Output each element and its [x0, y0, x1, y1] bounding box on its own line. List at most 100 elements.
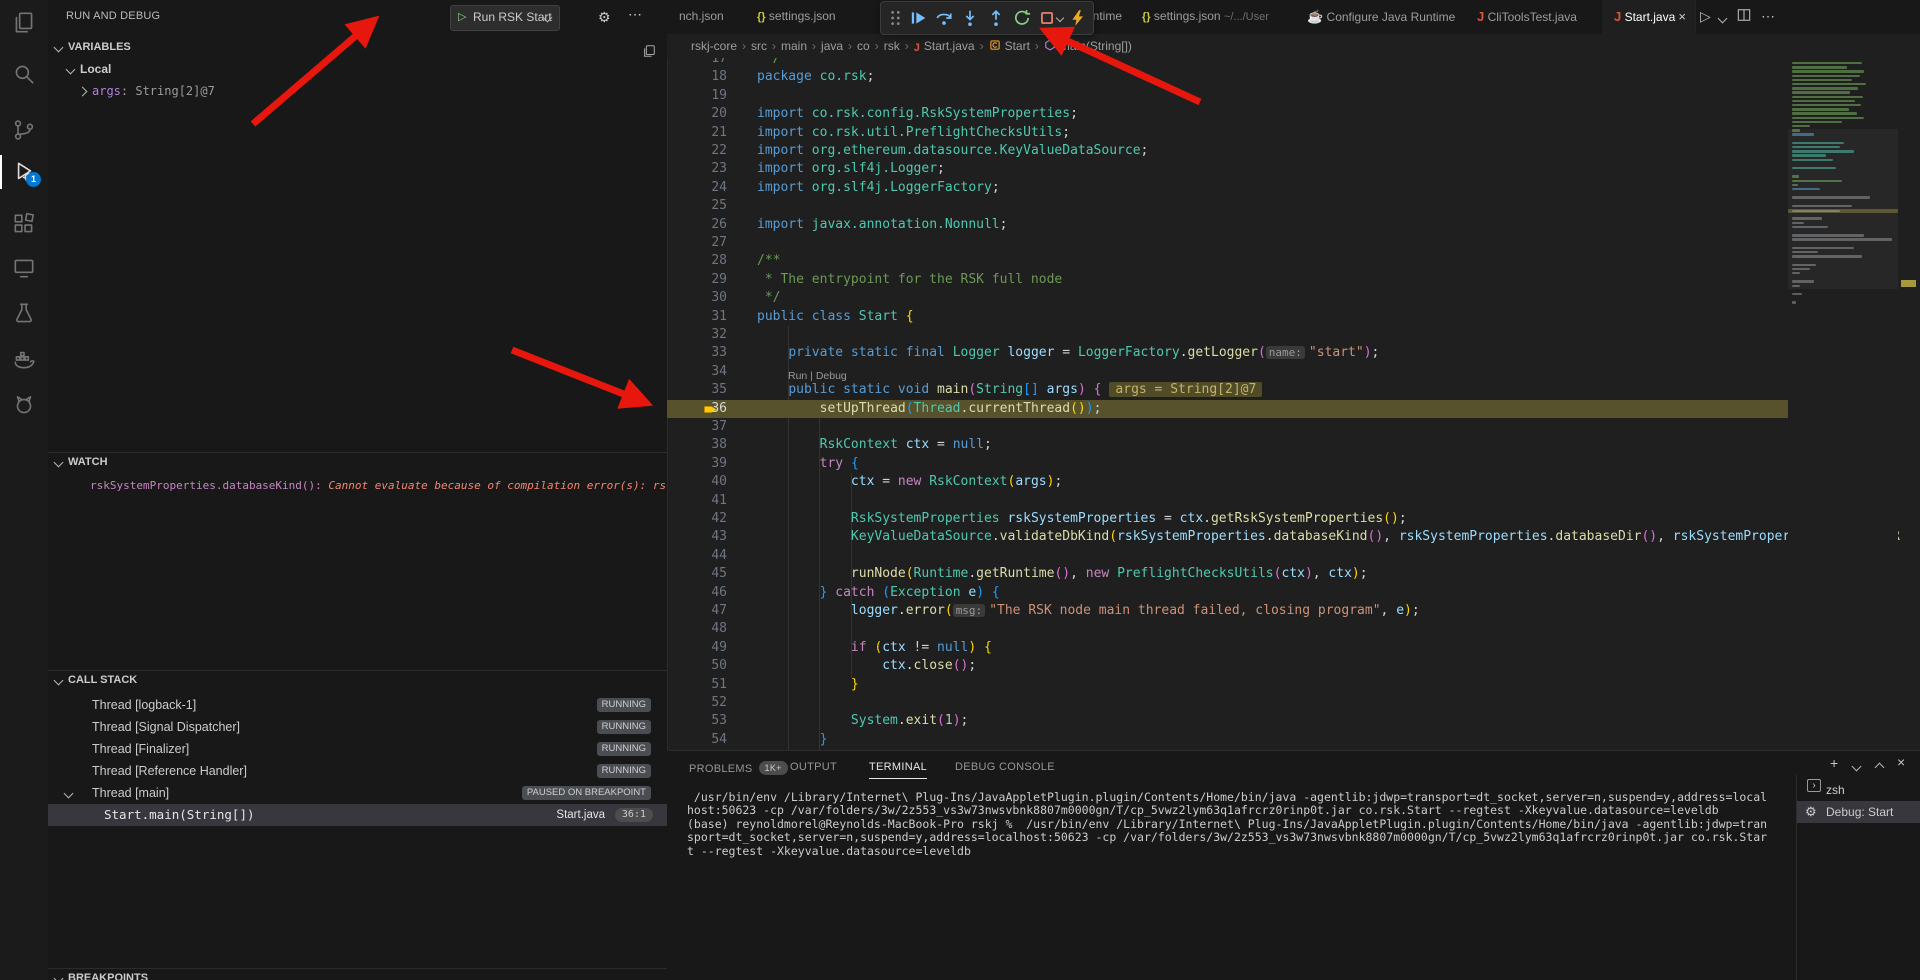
- source-control-icon[interactable]: [11, 117, 37, 143]
- split-editor-icon[interactable]: [1737, 8, 1751, 25]
- codelens-run-debug[interactable]: Run | Debug: [788, 370, 847, 382]
- extensions-icon[interactable]: [11, 211, 37, 237]
- stop-icon[interactable]: [1038, 9, 1056, 27]
- tab-Start.java[interactable]: J Start.java×: [1602, 0, 1696, 34]
- explorer-icon[interactable]: [11, 10, 37, 36]
- variables-chevron-icon[interactable]: [54, 43, 64, 53]
- variables-scope[interactable]: Local: [80, 62, 111, 76]
- breadcrumb-item[interactable]: JStart.java: [914, 39, 975, 53]
- tab-Configure Java Runtime[interactable]: ☕ Configure Java Runtime: [1295, 0, 1466, 34]
- tab-nch.json[interactable]: nch.json: [667, 0, 746, 34]
- code-line-32[interactable]: 32: [667, 326, 1788, 344]
- gear-icon[interactable]: ⚙: [598, 9, 611, 26]
- code-line-31[interactable]: 31public class Start {: [667, 308, 1788, 326]
- restart-icon[interactable]: [1013, 9, 1031, 27]
- thread-row[interactable]: Thread [logback-1]RUNNING: [48, 694, 667, 716]
- code-line-33[interactable]: 33 private static final Logger logger = …: [667, 344, 1788, 362]
- step-over-icon[interactable]: [935, 9, 953, 27]
- breadcrumb-item[interactable]: java: [821, 39, 843, 53]
- code-line-22[interactable]: 22import org.ethereum.datasource.KeyValu…: [667, 142, 1788, 160]
- variable-row[interactable]: args: String[2]@7: [92, 84, 215, 98]
- stack-frame-row[interactable]: Start.main(String[]) Start.java 36:1: [48, 804, 667, 826]
- continue-icon[interactable]: [909, 9, 927, 27]
- breadcrumb-item[interactable]: rsk: [884, 39, 900, 53]
- thread-row[interactable]: Thread [main]PAUSED ON BREAKPOINT: [48, 782, 667, 804]
- code-line-21[interactable]: 21import co.rsk.util.PreflightChecksUtil…: [667, 124, 1788, 142]
- close-panel-icon[interactable]: ×: [1897, 754, 1905, 770]
- section-action-icon[interactable]: [642, 44, 656, 63]
- maximize-panel-icon[interactable]: [1875, 763, 1885, 773]
- remote-explorer-icon[interactable]: [11, 255, 37, 281]
- code-line-26[interactable]: 26import javax.annotation.Nonnull;: [667, 216, 1788, 234]
- terminal-list-item[interactable]: ⚙Debug: Start: [1797, 801, 1920, 823]
- code-line-42[interactable]: 42 RskSystemProperties rskSystemProperti…: [667, 510, 1788, 528]
- search-icon[interactable]: [11, 61, 37, 87]
- code-line-46[interactable]: 46 } catch (Exception e) {: [667, 584, 1788, 602]
- step-out-icon[interactable]: [987, 9, 1005, 27]
- code-line-35[interactable]: 35 public static void main(String[] args…: [667, 381, 1788, 399]
- run-config-dropdown[interactable]: ▷ Run RSK Start: [450, 5, 560, 31]
- thread-row[interactable]: Thread [Finalizer]RUNNING: [48, 738, 667, 760]
- code-line-19[interactable]: 19: [667, 87, 1788, 105]
- watch-chevron-icon[interactable]: [54, 458, 64, 468]
- more-actions-icon[interactable]: ⋯: [628, 6, 642, 23]
- minimap-slider[interactable]: [1788, 129, 1898, 289]
- args-chevron-icon[interactable]: [78, 87, 88, 97]
- breadcrumb-item[interactable]: Start: [989, 39, 1030, 53]
- panel-tab-debug-console[interactable]: DEBUG CONSOLE: [955, 761, 1055, 773]
- breadcrumb-item[interactable]: rskj-core: [691, 39, 737, 53]
- breakpoints-header[interactable]: BREAKPOINTS: [68, 972, 148, 980]
- terminal-list-item[interactable]: ›zsh: [1797, 779, 1920, 801]
- docker-icon[interactable]: [11, 346, 37, 372]
- code-line-24[interactable]: 24import org.slf4j.LoggerFactory;: [667, 179, 1788, 197]
- breakpoints-chevron-icon[interactable]: [54, 974, 64, 980]
- editor-more-actions-icon[interactable]: ⋯: [1761, 8, 1775, 25]
- toolbar-drag-handle[interactable]: [887, 9, 905, 27]
- code-line-28[interactable]: 28/**: [667, 252, 1788, 270]
- thread-row[interactable]: Thread [Signal Dispatcher]RUNNING: [48, 716, 667, 738]
- breadcrumb-item[interactable]: main: [781, 39, 807, 53]
- local-chevron-icon[interactable]: [66, 65, 76, 75]
- code-line-18[interactable]: 18package co.rsk;: [667, 68, 1788, 86]
- breadcrumb-item[interactable]: src: [751, 39, 767, 53]
- stop-chevron-icon[interactable]: [1056, 14, 1064, 22]
- call-stack-chevron-icon[interactable]: [54, 676, 64, 686]
- code-line-52[interactable]: 52: [667, 694, 1788, 712]
- close-icon[interactable]: ×: [1678, 9, 1686, 24]
- code-line-40[interactable]: 40 ctx = new RskContext(args);: [667, 473, 1788, 491]
- mascot-extension-icon[interactable]: [11, 392, 37, 418]
- new-terminal-icon[interactable]: +: [1830, 755, 1838, 771]
- code-line-41[interactable]: 41: [667, 492, 1788, 510]
- run-dropdown-chevron-icon[interactable]: [1718, 14, 1728, 24]
- code-line-47[interactable]: 47 logger.error(msg:"The RSK node main t…: [667, 602, 1788, 620]
- code-line-49[interactable]: 49 if (ctx != null) {: [667, 639, 1788, 657]
- code-line-43[interactable]: 43 KeyValueDataSource.validateDbKind(rsk…: [667, 528, 1788, 546]
- code-line-51[interactable]: 51 }: [667, 676, 1788, 694]
- code-line-25[interactable]: 25: [667, 197, 1788, 215]
- watch-header[interactable]: WATCH: [68, 456, 108, 468]
- breadcrumb[interactable]: rskj-core›src›main›java›co›rsk›JStart.ja…: [667, 34, 1920, 58]
- tab-CliToolsTest.java[interactable]: J CliToolsTest.java: [1465, 0, 1603, 34]
- tab-settings.json[interactable]: {} settings.json: [745, 0, 896, 34]
- code-line-44[interactable]: 44: [667, 547, 1788, 565]
- tab-settings.json[interactable]: {} settings.json ~/.../User: [1130, 0, 1296, 34]
- code-line-39[interactable]: 39 try {: [667, 455, 1788, 473]
- overview-ruler[interactable]: [1898, 58, 1920, 750]
- watch-row[interactable]: rskSystemProperties.databaseKind(): Cann…: [90, 479, 665, 492]
- panel-tab-terminal[interactable]: TERMINAL: [869, 761, 927, 779]
- hot-code-replace-icon[interactable]: [1069, 9, 1087, 27]
- code-line-50[interactable]: 50 ctx.close();: [667, 657, 1788, 675]
- panel-tab-problems[interactable]: PROBLEMS1K+: [689, 761, 788, 775]
- code-line-38[interactable]: 38 RskContext ctx = null;: [667, 436, 1788, 454]
- code-line-27[interactable]: 27: [667, 234, 1788, 252]
- step-into-icon[interactable]: [961, 9, 979, 27]
- code-line-45[interactable]: 45 runNode(Runtime.getRuntime(), new Pre…: [667, 565, 1788, 583]
- code-line-29[interactable]: 29 * The entrypoint for the RSK full nod…: [667, 271, 1788, 289]
- call-stack-header[interactable]: CALL STACK: [68, 674, 137, 686]
- code-line-30[interactable]: 30 */: [667, 289, 1788, 307]
- testing-icon[interactable]: [11, 301, 37, 327]
- code-line-53[interactable]: 53 System.exit(1);: [667, 712, 1788, 730]
- thread-row[interactable]: Thread [Reference Handler]RUNNING: [48, 760, 667, 782]
- code-line-37[interactable]: 37: [667, 418, 1788, 436]
- terminal-dropdown-chevron-icon[interactable]: [1852, 762, 1862, 772]
